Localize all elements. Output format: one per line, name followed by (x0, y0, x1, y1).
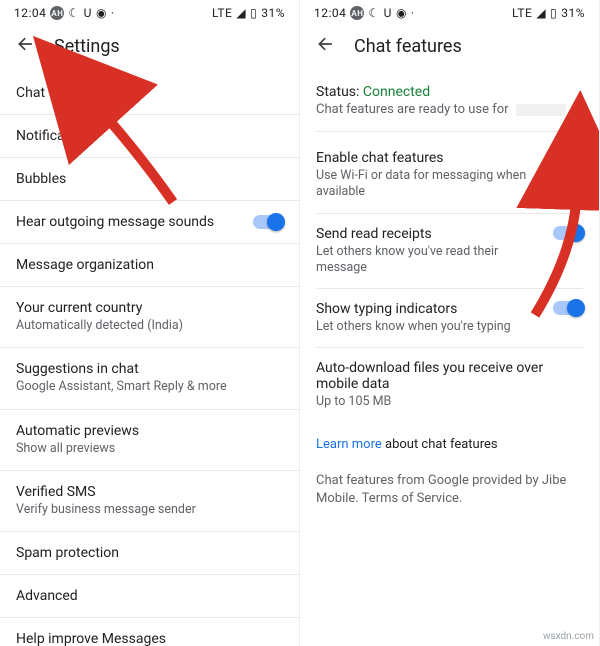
settings-row[interactable]: Notifications (0, 115, 299, 158)
battery-icon: ▯ (250, 6, 257, 20)
row-primary: Notifications (16, 128, 283, 144)
settings-row[interactable]: Automatic previews Show all previews (0, 410, 299, 471)
row-primary: Verified SMS (16, 484, 283, 500)
row-secondary: Let others know when you're typing (316, 319, 543, 335)
chat-feature-row[interactable]: Enable chat features Use Wi-Fi or data fo… (316, 138, 583, 214)
learn-more-rest: about chat features (382, 437, 498, 452)
settings-row[interactable]: Suggestions in chat Google Assistant, Sma… (0, 348, 299, 409)
status-value: Connected (363, 84, 430, 100)
status-label: Status: (316, 84, 359, 100)
chat-features-screen: 12:04 AH ☾ U ◉ · LTE ◢ ▯ 31% Chat featur… (300, 0, 600, 646)
row-secondary: Let others know you've read their messag… (316, 244, 543, 277)
row-primary: Bubbles (16, 171, 283, 187)
row-primary: Spam protection (16, 545, 283, 561)
row-primary: Chat features (16, 85, 283, 101)
settings-screen: 12:04 AH ☾ U ◉ · LTE ◢ ▯ 31% Settings Ch… (0, 0, 300, 646)
toggle-switch[interactable] (553, 150, 583, 164)
row-primary: Suggestions in chat (16, 361, 283, 377)
settings-row[interactable]: Your current country Automatically detect… (0, 287, 299, 348)
app-bar: Chat features (300, 24, 599, 72)
row-secondary: Up to 105 MB (316, 394, 583, 410)
carrier-badge: AH (350, 6, 364, 20)
status-sub: Chat features are ready to use for (316, 102, 509, 117)
balloon-icon: ◉ (396, 6, 407, 20)
toggle-switch[interactable] (553, 226, 583, 240)
row-primary: Your current country (16, 300, 283, 316)
lte-label: LTE (212, 6, 232, 20)
toggle-switch[interactable] (553, 301, 583, 315)
row-secondary: Show all previews (16, 441, 283, 457)
redacted-number (516, 104, 566, 116)
row-primary: Help improve Messages (16, 631, 283, 646)
settings-row[interactable]: Advanced (0, 575, 299, 618)
row-primary: Enable chat features (316, 150, 543, 166)
settings-list: Chat features Notifications Bubbles Hear ou… (0, 72, 299, 646)
back-icon[interactable] (316, 34, 336, 58)
app-bar: Settings (0, 24, 299, 72)
row-secondary: Automatically detected (India) (16, 318, 283, 334)
chat-feature-row[interactable]: Send read receipts Let others know you've… (316, 214, 583, 290)
row-primary: Automatic previews (16, 423, 283, 439)
lte-label: LTE (512, 6, 532, 20)
toggle-switch[interactable] (253, 215, 283, 229)
dot-icon: · (411, 6, 415, 20)
row-primary: Hear outgoing message sounds (16, 214, 243, 230)
battery-icon: ▯ (550, 6, 557, 20)
row-primary: Send read receipts (316, 226, 543, 242)
row-secondary: Verify business message sender (16, 502, 283, 518)
signal-icon: ◢ (236, 6, 246, 20)
row-primary: Auto-download files you receive over mob… (316, 360, 583, 392)
page-title: Settings (54, 36, 120, 57)
carrier-badge: AH (50, 6, 64, 20)
row-secondary: Use Wi-Fi or data for messaging when ava… (316, 168, 543, 201)
chat-features-content: Status: Connected Chat features are read… (300, 72, 599, 530)
row-primary: Show typing indicators (316, 301, 543, 317)
status-time: 12:04 (14, 6, 46, 20)
settings-row[interactable]: Bubbles (0, 158, 299, 201)
signal-icon: ◢ (536, 6, 546, 20)
row-secondary: Google Assistant, Smart Reply & more (16, 379, 283, 395)
status-bar: 12:04 AH ☾ U ◉ · LTE ◢ ▯ 31% (300, 0, 599, 24)
row-primary: Advanced (16, 588, 283, 604)
dot-icon: · (111, 6, 115, 20)
settings-row[interactable]: Message organization (0, 244, 299, 287)
letter-u: U (84, 6, 92, 20)
learn-more-line: Learn more about chat features (316, 423, 583, 458)
settings-row[interactable]: Help improve Messages (0, 618, 299, 646)
battery-pct: 31% (561, 6, 585, 20)
back-icon[interactable] (16, 34, 36, 58)
status-block: Status: Connected Chat features are read… (316, 80, 583, 132)
learn-more-link[interactable]: Learn more (316, 437, 382, 452)
settings-row[interactable]: Spam protection (0, 532, 299, 575)
letter-u: U (384, 6, 392, 20)
moon-icon: ☾ (368, 6, 379, 20)
battery-pct: 31% (261, 6, 285, 20)
provider-note: Chat features from Google provided by Ji… (316, 458, 583, 522)
settings-row[interactable]: Hear outgoing message sounds (0, 201, 299, 244)
balloon-icon: ◉ (96, 6, 107, 20)
settings-row[interactable]: Verified SMS Verify business message send… (0, 471, 299, 532)
row-primary: Message organization (16, 257, 283, 273)
settings-row[interactable]: Chat features (0, 72, 299, 115)
watermark: wsxdn.com (543, 631, 594, 642)
chat-feature-row[interactable]: Show typing indicators Let others know wh… (316, 289, 583, 348)
page-title: Chat features (354, 36, 462, 57)
moon-icon: ☾ (68, 6, 79, 20)
status-bar: 12:04 AH ☾ U ◉ · LTE ◢ ▯ 31% (0, 0, 299, 24)
chat-feature-row[interactable]: Auto-download files you receive over mob… (316, 348, 583, 422)
status-time: 12:04 (314, 6, 346, 20)
